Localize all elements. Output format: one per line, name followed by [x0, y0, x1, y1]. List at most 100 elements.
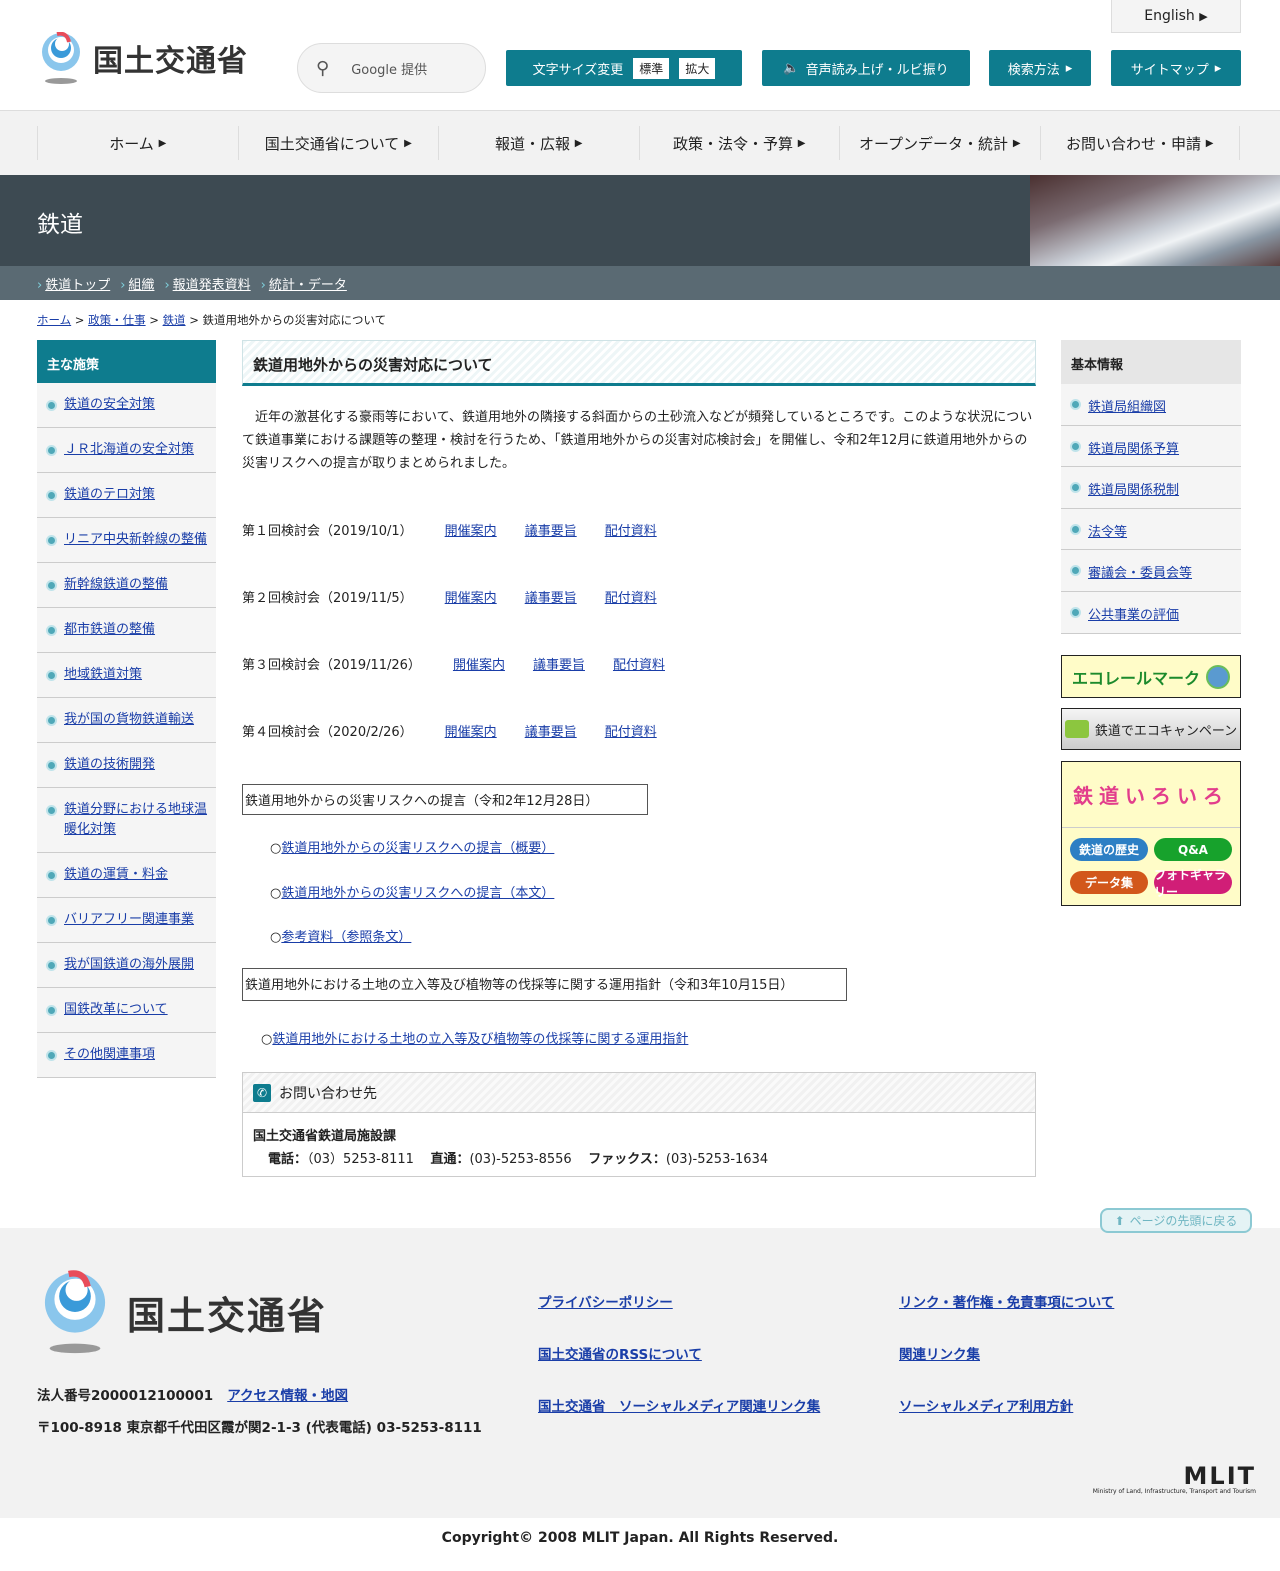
sidebar-item[interactable]: 審議会・委員会等 — [1061, 550, 1241, 592]
sidebar-link[interactable]: 鉄道局関係予算 — [1088, 442, 1179, 457]
sidebar-link[interactable]: 我が国の貨物鉄道輸送 — [64, 712, 194, 727]
meeting-materials-link[interactable]: 配付資料 — [605, 587, 657, 606]
breadcrumb-policy[interactable]: 政策・仕事 — [88, 313, 146, 327]
sidebar-item[interactable]: 我が国の貨物鉄道輸送 — [37, 698, 216, 743]
font-large-button[interactable]: 拡大 — [679, 57, 716, 79]
sidebar-item[interactable]: 鉄道局組織図 — [1061, 384, 1241, 426]
sidebar-item[interactable]: 鉄道の運賃・料金 — [37, 853, 216, 898]
iroiro-logo[interactable]: 鉄道いろいろ — [1062, 762, 1240, 828]
nav-home[interactable]: ホーム ▶ — [37, 126, 238, 160]
search-method-button[interactable]: 検索方法 ▸ — [989, 50, 1091, 86]
bullet-circle-icon — [1070, 399, 1081, 410]
guideline-link[interactable]: 鉄道用地外における土地の立入等及び植物等の伐採等に関する運用指針 — [272, 1032, 688, 1047]
sidebar-link[interactable]: 我が国鉄道の海外展開 — [64, 957, 194, 972]
nav-opendata[interactable]: オープンデータ・統計 ▶ — [839, 126, 1040, 160]
meeting-materials-link[interactable]: 配付資料 — [605, 721, 657, 740]
footer-logo[interactable]: 国土交通省 — [37, 1270, 327, 1354]
reference-link[interactable]: 参考資料（参照条文） — [281, 930, 411, 945]
meeting-minutes-link[interactable]: 議事要旨 — [525, 587, 577, 606]
sidebar-item[interactable]: 鉄道のテロ対策 — [37, 473, 216, 518]
back-to-top-button[interactable]: ⬆ ページの先頭に戻る — [1100, 1208, 1252, 1233]
sidebar-item[interactable]: バリアフリー関連事業 — [37, 898, 216, 943]
sidebar-item[interactable]: 新幹線鉄道の整備 — [37, 563, 216, 608]
sidebar-link[interactable]: 鉄道のテロ対策 — [64, 487, 155, 502]
subnav-stats[interactable]: 統計・データ — [269, 278, 347, 293]
ecorail-banner[interactable]: エコレールマーク — [1061, 655, 1241, 698]
sidebar-link[interactable]: リニア中央新幹線の整備 — [64, 532, 207, 547]
sitemap-label: サイトマップ — [1130, 62, 1209, 78]
qa-button[interactable]: Q&A — [1154, 838, 1232, 861]
sidebar-link[interactable]: 鉄道分野における地球温暖化対策 — [64, 802, 207, 837]
proposal-summary-link[interactable]: 鉄道用地外からの災害リスクへの提言（概要） — [281, 841, 554, 856]
site-logo[interactable]: 国土交通省 — [37, 31, 248, 84]
nav-policy[interactable]: 政策・法令・予算 ▶ — [638, 126, 840, 160]
meeting-minutes-link[interactable]: 議事要旨 — [533, 654, 585, 673]
social-policy-link[interactable]: ソーシャルメディア利用方針 — [899, 1395, 1073, 1415]
sidebar-link[interactable]: 鉄道局関係税制 — [1088, 483, 1179, 498]
search-box[interactable]: ⚲ Google 提供 — [297, 43, 486, 93]
sidebar-link[interactable]: 鉄道の技術開発 — [64, 757, 155, 772]
access-map-link[interactable]: アクセス情報・地図 — [227, 1388, 348, 1404]
sidebar-link[interactable]: 都市鉄道の整備 — [64, 622, 155, 637]
social-links-link[interactable]: 国土交通省 ソーシャルメディア関連リンク集 — [538, 1395, 820, 1415]
eco-campaign-banner[interactable]: 鉄道でエコキャンペーン — [1061, 708, 1241, 750]
subnav-rail-top[interactable]: 鉄道トップ — [45, 278, 110, 293]
meeting-minutes-link[interactable]: 議事要旨 — [525, 520, 577, 539]
breadcrumb-home[interactable]: ホーム — [37, 313, 71, 327]
sidebar-item[interactable]: 鉄道の技術開発 — [37, 743, 216, 788]
sidebar-link[interactable]: 新幹線鉄道の整備 — [64, 577, 168, 592]
sidebar-link[interactable]: 審議会・委員会等 — [1088, 566, 1192, 581]
copyright-link[interactable]: リンク・著作権・免責事項について — [899, 1291, 1114, 1311]
bullet-circle-icon — [46, 870, 57, 881]
sidebar-link[interactable]: 法令等 — [1088, 525, 1127, 540]
proposal-full-link[interactable]: 鉄道用地外からの災害リスクへの提言（本文） — [281, 886, 554, 901]
history-button[interactable]: 鉄道の歴史 — [1070, 838, 1148, 861]
meeting-materials-link[interactable]: 配付資料 — [613, 654, 665, 673]
sitemap-button[interactable]: サイトマップ ▸ — [1111, 50, 1241, 86]
sidebar-item[interactable]: ＪＲ北海道の安全対策 — [37, 428, 216, 473]
sidebar-link[interactable]: 公共事業の評価 — [1088, 608, 1179, 623]
meeting-row: 第１回検討会（2019/10/1） 開催案内 議事要旨 配付資料 — [242, 520, 657, 539]
sidebar-item[interactable]: 我が国鉄道の海外展開 — [37, 943, 216, 988]
meeting-materials-link[interactable]: 配付資料 — [605, 520, 657, 539]
sidebar-item[interactable]: 鉄道局関係税制 — [1061, 467, 1241, 509]
meeting-info-link[interactable]: 開催案内 — [445, 520, 497, 539]
data-button[interactable]: データ集 — [1070, 871, 1148, 894]
sidebar-item[interactable]: 鉄道の安全対策 — [37, 383, 216, 428]
english-button[interactable]: English ▶ — [1111, 0, 1241, 33]
rss-link[interactable]: 国土交通省のRSSについて — [538, 1343, 702, 1363]
meeting-minutes-link[interactable]: 議事要旨 — [525, 721, 577, 740]
sidebar-link[interactable]: その他関連事項 — [64, 1047, 155, 1062]
speech-button[interactable]: 🔈 音声読み上げ・ルビ振り — [762, 50, 970, 86]
sidebar-link[interactable]: 鉄道局組織図 — [1088, 400, 1166, 415]
font-standard-button[interactable]: 標準 — [633, 57, 670, 79]
sidebar-link[interactable]: ＪＲ北海道の安全対策 — [64, 442, 194, 457]
sidebar-item[interactable]: 都市鉄道の整備 — [37, 608, 216, 653]
sidebar-item[interactable]: 鉄道分野における地球温暖化対策 — [37, 788, 216, 853]
privacy-policy-link[interactable]: プライバシーポリシー — [538, 1291, 673, 1311]
sidebar-link[interactable]: 鉄道の運賃・料金 — [64, 867, 168, 882]
sidebar-item[interactable]: 公共事業の評価 — [1061, 591, 1241, 634]
sidebar-link[interactable]: バリアフリー関連事業 — [64, 912, 194, 927]
sidebar-item[interactable]: その他関連事項 — [37, 1033, 216, 1078]
photo-gallery-button[interactable]: フォトギャラリー — [1154, 868, 1232, 899]
subnav-organization[interactable]: 組織 — [128, 278, 154, 293]
nav-about[interactable]: 国土交通省について ▶ — [237, 126, 439, 160]
nav-contact[interactable]: お問い合わせ・申請 ▶ — [1039, 126, 1240, 160]
sidebar-item[interactable]: 鉄道局関係予算 — [1061, 425, 1241, 468]
breadcrumb-rail[interactable]: 鉄道 — [163, 313, 186, 327]
sidebar-link[interactable]: 国鉄改革について — [64, 1002, 168, 1017]
sidebar-item[interactable]: 法令等 — [1061, 508, 1241, 551]
meeting-info-link[interactable]: 開催案内 — [445, 721, 497, 740]
subnav-press[interactable]: 報道発表資料 — [173, 278, 251, 293]
meeting-info-link[interactable]: 開催案内 — [453, 654, 505, 673]
meeting-info-link[interactable]: 開催案内 — [445, 587, 497, 606]
related-links-link[interactable]: 関連リンク集 — [899, 1343, 980, 1363]
nav-press[interactable]: 報道・広報 ▶ — [438, 126, 639, 160]
sidebar-link[interactable]: 鉄道の安全対策 — [64, 397, 155, 412]
sidebar-item[interactable]: 地域鉄道対策 — [37, 653, 216, 698]
sidebar-item[interactable]: リニア中央新幹線の整備 — [37, 518, 216, 563]
sidebar-item[interactable]: 国鉄改革について — [37, 988, 216, 1033]
search-icon[interactable]: ⚲ — [316, 58, 329, 79]
sidebar-link[interactable]: 地域鉄道対策 — [64, 667, 142, 682]
